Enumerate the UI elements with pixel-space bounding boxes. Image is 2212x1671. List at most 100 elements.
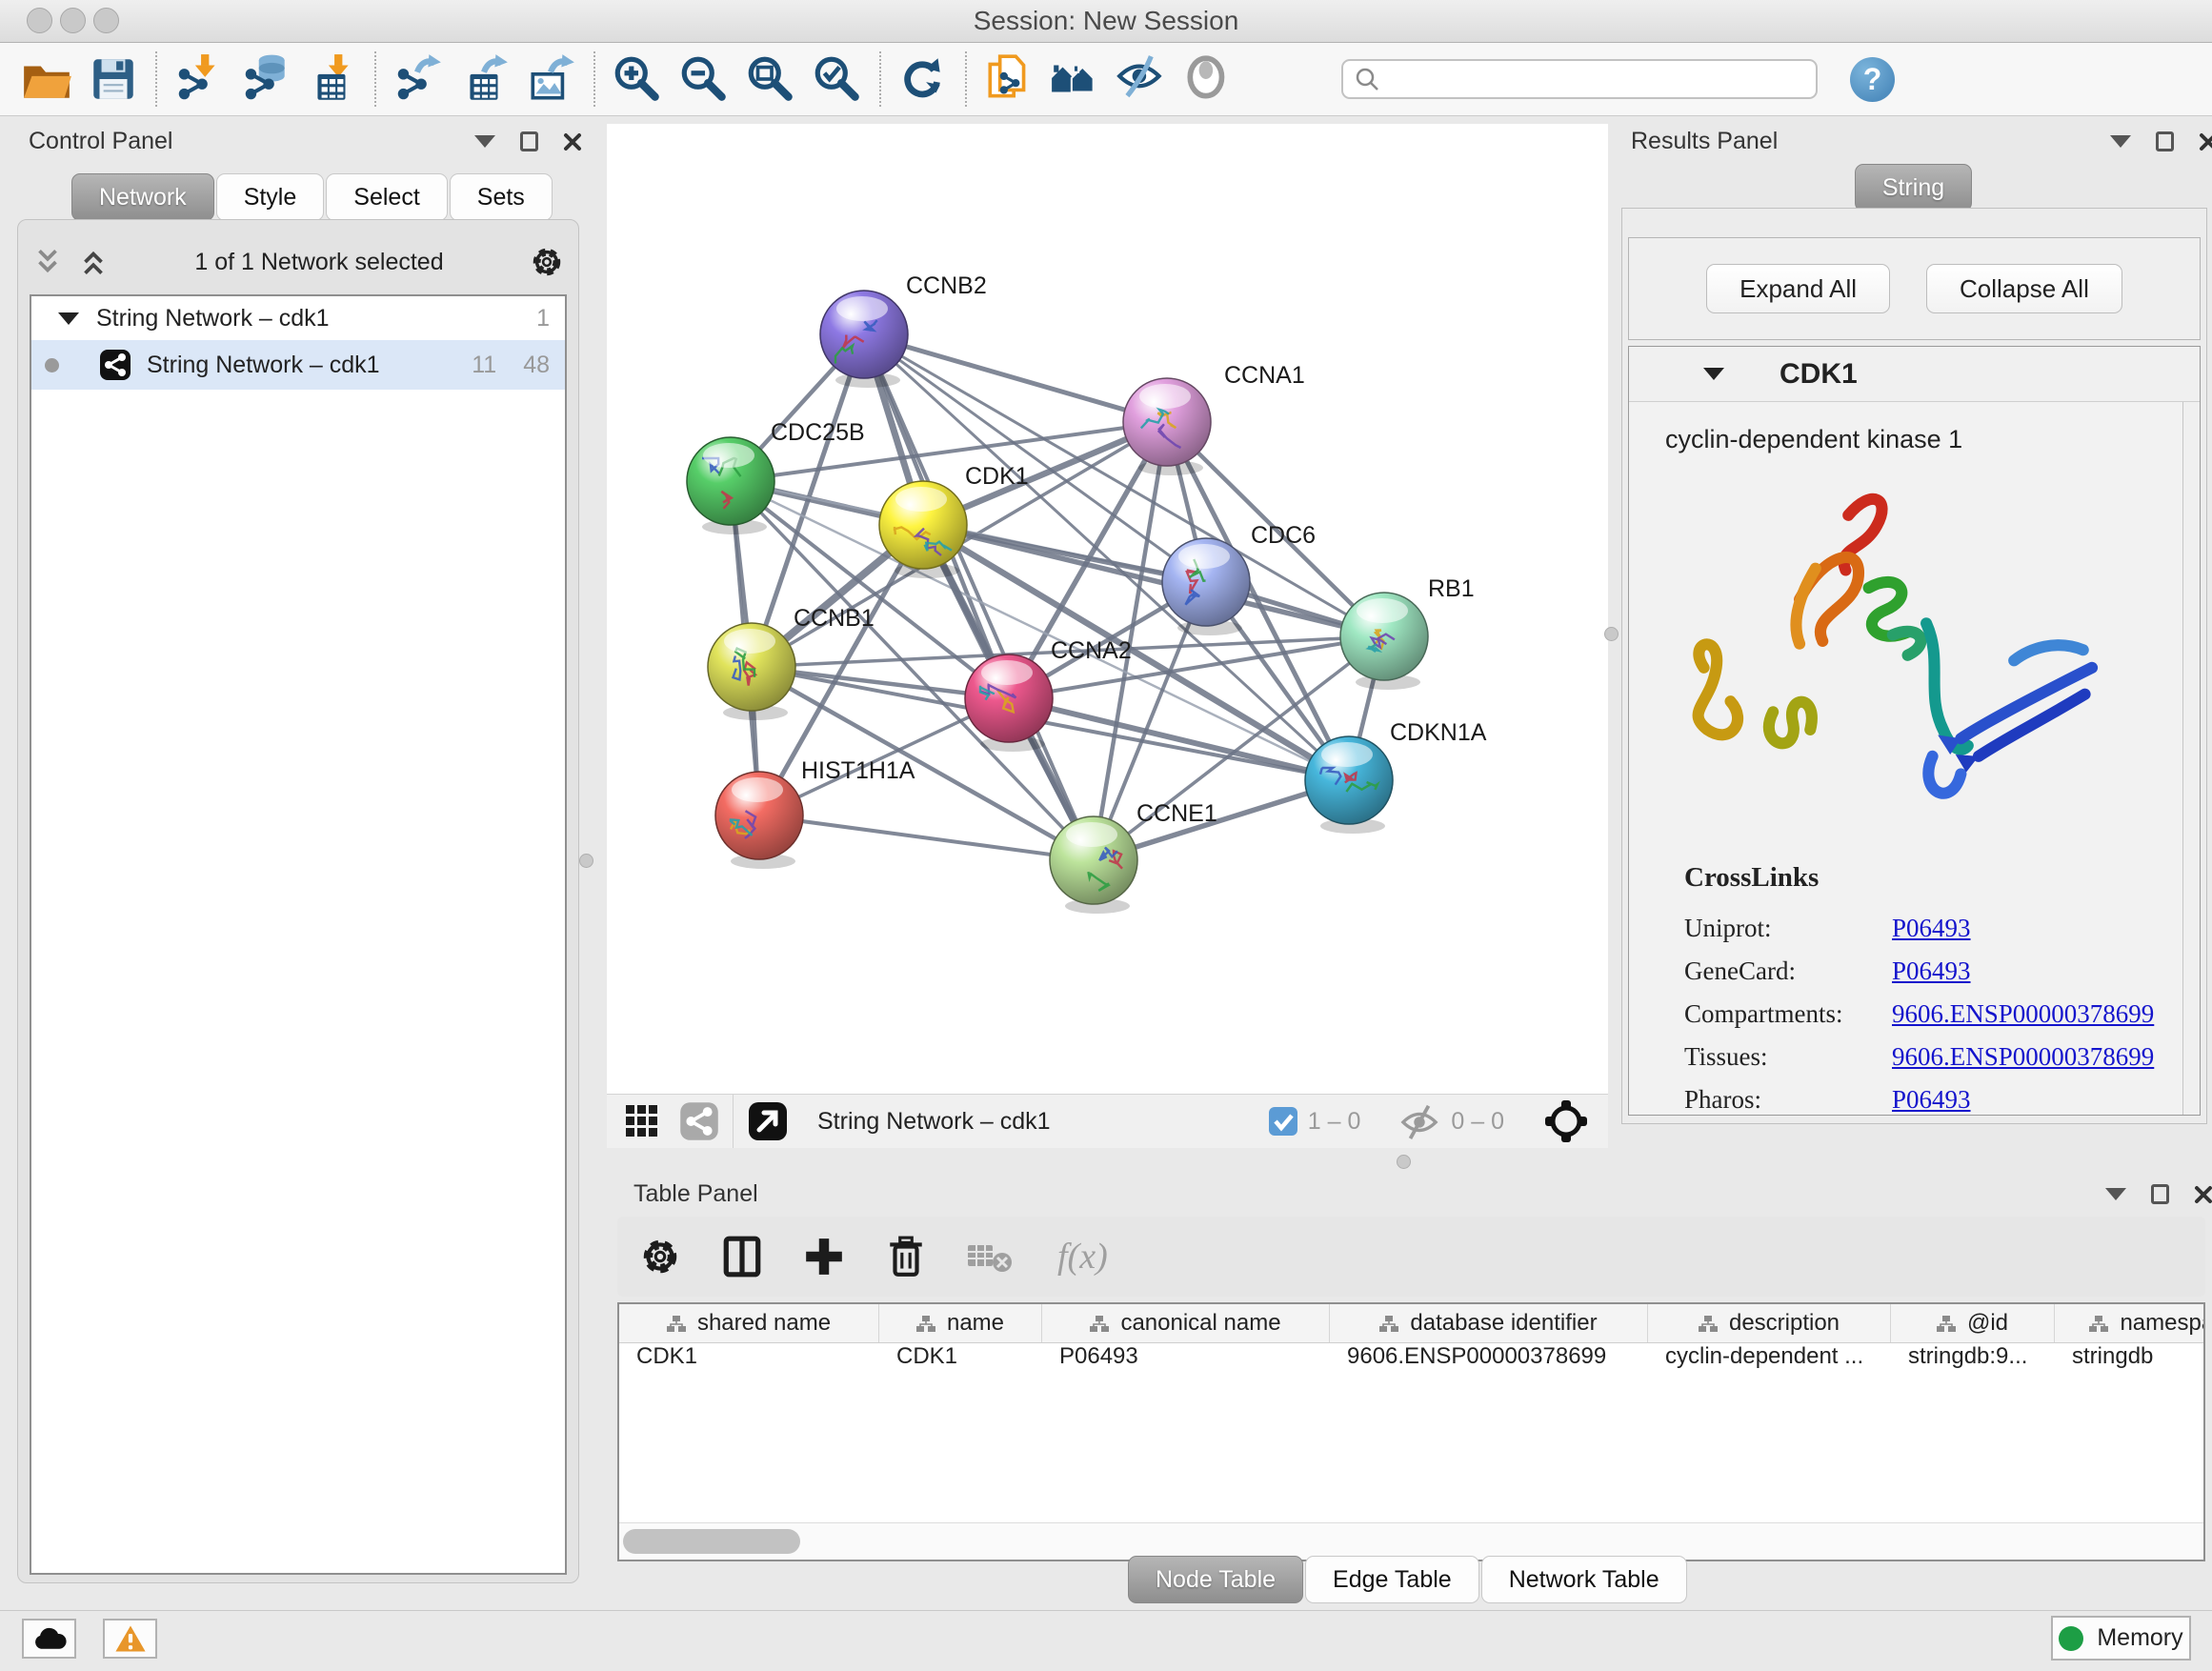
- column-header-namespace[interactable]: namespace: [2055, 1304, 2205, 1342]
- float-panel-icon[interactable]: [520, 131, 538, 151]
- node-HIST1H1A[interactable]: [715, 772, 803, 869]
- table-cell[interactable]: 9606.ENSP00000378699: [1330, 1343, 1648, 1374]
- column-header--id[interactable]: @id: [1891, 1304, 2055, 1342]
- table-horizontal-scrollbar[interactable]: [619, 1522, 2203, 1560]
- node-CCNE1[interactable]: [1050, 816, 1137, 914]
- expand-all-button[interactable]: Expand All: [1706, 264, 1890, 313]
- tab-node-table[interactable]: Node Table: [1128, 1556, 1303, 1603]
- node-CCNB2[interactable]: [820, 291, 908, 388]
- scrollbar-thumb[interactable]: [623, 1529, 800, 1554]
- selected-checkbox-icon[interactable]: [1268, 1106, 1298, 1137]
- clone-network-button[interactable]: [975, 46, 1042, 112]
- panel-menu-icon[interactable]: [2105, 1188, 2126, 1200]
- show-all-button[interactable]: [1176, 46, 1242, 112]
- crosslink-link[interactable]: P06493: [1892, 950, 1971, 993]
- apply-function-icon[interactable]: f(x): [1054, 1232, 1139, 1281]
- tab-style[interactable]: Style: [216, 173, 325, 221]
- network-row[interactable]: String Network – cdk1 11 48: [31, 340, 565, 390]
- network-canvas[interactable]: CCNB2CCNA1CDC25BCDK1CDC6RB1CCNB1CCNA2CDK…: [607, 124, 1608, 1094]
- crosslink-link[interactable]: P06493: [1892, 1078, 1971, 1121]
- toolbar-separator: [879, 51, 881, 107]
- tab-edge-table[interactable]: Edge Table: [1305, 1556, 1479, 1603]
- tab-network[interactable]: Network: [71, 173, 214, 221]
- table-cell[interactable]: CDK1: [879, 1343, 1042, 1374]
- share-view-icon[interactable]: [679, 1101, 719, 1141]
- tab-string[interactable]: String: [1855, 164, 1972, 211]
- network-options-gear-icon[interactable]: [529, 244, 565, 280]
- first-neighbors-button[interactable]: [1042, 46, 1109, 112]
- table-cell[interactable]: CDK1: [619, 1343, 879, 1374]
- crosslink-link[interactable]: 9606.ENSP00000378699: [1892, 993, 2154, 1036]
- float-panel-icon[interactable]: [2156, 131, 2174, 151]
- column-header-database-identifier[interactable]: database identifier: [1330, 1304, 1648, 1342]
- node-CDKN1A[interactable]: [1305, 736, 1393, 834]
- hide-selected-button[interactable]: [1109, 46, 1176, 112]
- export-network-button[interactable]: [385, 46, 452, 112]
- zoom-fit-button[interactable]: [737, 46, 804, 112]
- edge-CCNB2-CCNA1[interactable]: [864, 334, 1167, 422]
- cloud-status-button[interactable]: [22, 1619, 76, 1659]
- warning-status-button[interactable]: [103, 1619, 157, 1659]
- protein-header[interactable]: CDK1: [1629, 347, 2200, 402]
- left-splitter-handle[interactable]: [579, 854, 593, 868]
- float-panel-icon[interactable]: [2151, 1184, 2169, 1204]
- zoom-out-button[interactable]: [671, 46, 737, 112]
- table-settings-gear-icon[interactable]: [638, 1235, 682, 1278]
- collapse-all-networks-icon[interactable]: [31, 246, 64, 278]
- tab-sets[interactable]: Sets: [450, 173, 553, 221]
- expand-all-networks-icon[interactable]: [77, 246, 110, 278]
- crosslink-link[interactable]: P06493: [1892, 907, 1971, 950]
- close-panel-icon[interactable]: [563, 132, 582, 151]
- help-button[interactable]: ?: [1850, 57, 1895, 102]
- panel-menu-icon[interactable]: [2110, 135, 2131, 148]
- node-CCNA1[interactable]: [1123, 378, 1211, 475]
- search-box[interactable]: [1341, 59, 1818, 99]
- zoom-selected-button[interactable]: [804, 46, 871, 112]
- crosslink-link[interactable]: 9606.ENSP00000378699: [1892, 1036, 2154, 1078]
- close-panel-icon[interactable]: [2199, 132, 2212, 151]
- import-table-file-button[interactable]: [299, 46, 366, 112]
- import-network-database-button[interactable]: [232, 46, 299, 112]
- table-row[interactable]: CDK1CDK1P064939606.ENSP00000378699cyclin…: [619, 1343, 2203, 1374]
- collapse-protein-icon[interactable]: [1703, 368, 1724, 380]
- bottom-splitter-handle[interactable]: [1397, 1155, 1411, 1169]
- column-header-name[interactable]: name: [879, 1304, 1042, 1342]
- import-network-file-button[interactable]: [166, 46, 232, 112]
- column-header-canonical-name[interactable]: canonical name: [1042, 1304, 1330, 1342]
- results-scrollbar[interactable]: [2182, 402, 2200, 1115]
- close-panel-icon[interactable]: [2194, 1185, 2212, 1204]
- tab-select[interactable]: Select: [326, 173, 447, 221]
- tab-network-table[interactable]: Network Table: [1481, 1556, 1687, 1603]
- network-collection-row[interactable]: String Network – cdk1 1: [31, 296, 565, 340]
- table-cell[interactable]: stringdb: [2055, 1343, 2205, 1374]
- open-in-window-icon[interactable]: [747, 1100, 789, 1142]
- node-table[interactable]: shared namenamecanonical namedatabase id…: [617, 1302, 2205, 1561]
- column-header-shared-name[interactable]: shared name: [619, 1304, 879, 1342]
- search-input[interactable]: [1389, 65, 1804, 93]
- collapse-all-button[interactable]: Collapse All: [1926, 264, 2122, 313]
- column-header-description[interactable]: description: [1648, 1304, 1891, 1342]
- table-cell[interactable]: cyclin-dependent ...: [1648, 1343, 1891, 1374]
- show-columns-icon[interactable]: [720, 1235, 764, 1278]
- table-cell[interactable]: stringdb:9...: [1891, 1343, 2055, 1374]
- collection-expand-icon[interactable]: [58, 312, 79, 325]
- memory-button[interactable]: Memory: [2051, 1616, 2191, 1661]
- zoom-in-button[interactable]: [604, 46, 671, 112]
- refresh-network-button[interactable]: [890, 46, 956, 112]
- birdseye-icon[interactable]: [1541, 1097, 1591, 1146]
- export-image-button[interactable]: [518, 46, 585, 112]
- node-CDC25B[interactable]: [687, 437, 774, 534]
- open-session-button[interactable]: [13, 46, 80, 112]
- delete-table-icon[interactable]: [966, 1238, 1016, 1276]
- export-table-button[interactable]: [452, 46, 518, 112]
- node-RB1[interactable]: [1340, 593, 1428, 690]
- table-cell[interactable]: P06493: [1042, 1343, 1330, 1374]
- add-column-icon[interactable]: [802, 1235, 846, 1278]
- save-session-button[interactable]: [80, 46, 147, 112]
- edge-HIST1H1A-CCNE1[interactable]: [759, 815, 1094, 860]
- panel-menu-icon[interactable]: [474, 135, 495, 148]
- delete-column-icon[interactable]: [884, 1235, 928, 1278]
- node-CCNB1[interactable]: [708, 623, 795, 720]
- hidden-eye-slash-icon[interactable]: [1398, 1102, 1441, 1140]
- grid-view-icon[interactable]: [622, 1101, 662, 1141]
